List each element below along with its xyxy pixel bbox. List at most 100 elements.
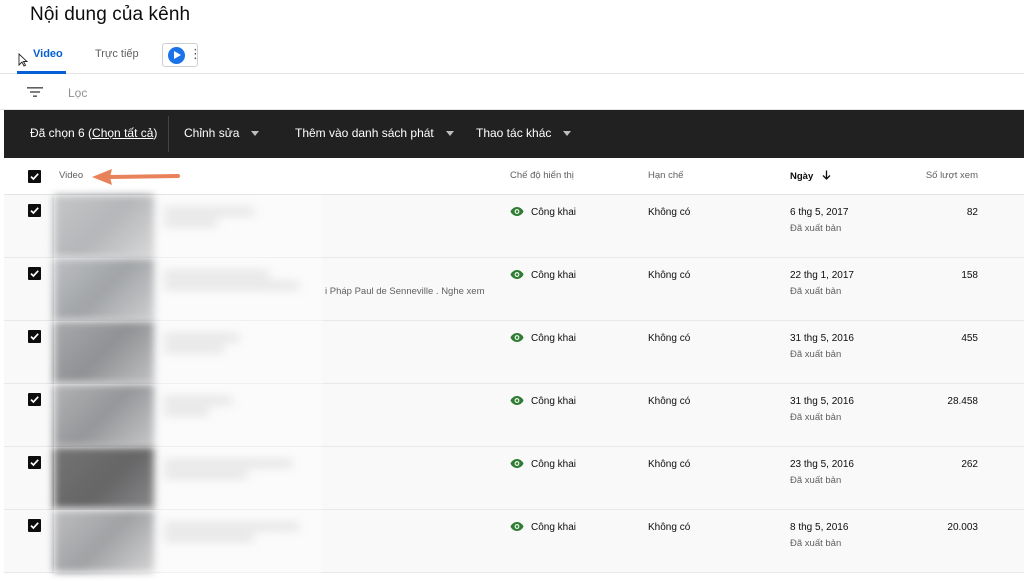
checkbox-checked-icon — [30, 459, 39, 467]
row-checkbox[interactable] — [28, 519, 41, 532]
visibility-label: Công khai — [531, 333, 577, 344]
views-cell: 455 — [961, 333, 978, 344]
visibility-label: Công khai — [531, 207, 577, 218]
column-header-video[interactable]: Video — [59, 170, 83, 181]
select-all-link[interactable]: Chọn tất cả — [92, 126, 153, 140]
tab-bar: Video Trực tiếp ⋮ — [0, 40, 1024, 74]
video-thumbnail[interactable] — [54, 321, 154, 383]
extension-button[interactable]: ⋮ — [162, 43, 202, 67]
row-checkbox[interactable] — [28, 330, 41, 343]
views-cell: 158 — [961, 270, 978, 281]
publish-status: Đã xuất bản — [790, 475, 842, 486]
publish-status: Đã xuất bản — [790, 349, 842, 360]
video-thumbnail[interactable] — [54, 510, 154, 572]
bulk-action-bar: Đã chọn 6 (Chọn tất cả) Chỉnh sửa Thêm v… — [4, 110, 1024, 158]
filter-bar: Lọc — [0, 74, 1024, 110]
tab-live[interactable]: Trực tiếp — [95, 48, 139, 60]
views-cell: 20.003 — [947, 522, 978, 533]
column-header-visibility[interactable]: Chế độ hiển thị — [510, 170, 574, 181]
add-to-playlist-dropdown[interactable]: Thêm vào danh sách phát — [295, 126, 454, 140]
video-title-blurred — [164, 461, 314, 485]
checkbox-checked-icon — [30, 207, 39, 215]
checkbox-checked-icon — [30, 333, 39, 341]
select-all-checkbox[interactable] — [28, 170, 41, 183]
caret-down-icon — [563, 131, 572, 137]
selection-prefix: Đã chọn 6 ( — [30, 126, 93, 140]
checkbox-checked-icon — [30, 270, 39, 278]
filter-input[interactable]: Lọc — [68, 86, 87, 100]
column-header-views[interactable]: Số lượt xem — [926, 170, 978, 181]
eye-icon — [510, 207, 524, 216]
edit-label: Chỉnh sửa — [184, 126, 240, 140]
column-header-restrictions[interactable]: Hạn chế — [648, 170, 683, 181]
row-checkbox[interactable] — [28, 456, 41, 469]
date-cell: 22 thg 1, 2017 — [790, 270, 854, 281]
visibility-cell[interactable]: Công khai — [510, 522, 576, 533]
views-cell: 262 — [961, 459, 978, 470]
video-thumbnail[interactable] — [54, 258, 154, 320]
restrictions-cell: Không có — [648, 270, 691, 281]
eye-icon — [510, 459, 524, 468]
row-checkbox[interactable] — [28, 204, 41, 217]
more-actions-label: Thao tác khác — [476, 126, 552, 140]
date-cell: 23 thg 5, 2016 — [790, 459, 854, 470]
publish-status: Đã xuất bản — [790, 412, 842, 423]
video-title-blurred — [164, 209, 314, 233]
tab-video[interactable]: Video — [33, 48, 63, 60]
publish-status: Đã xuất bản — [790, 223, 842, 234]
eye-icon — [510, 522, 524, 531]
date-cell: 31 thg 5, 2016 — [790, 396, 854, 407]
views-cell: 28.458 — [947, 396, 978, 407]
restrictions-cell: Không có — [648, 333, 691, 344]
table-row[interactable]: Công khai Không có 31 thg 5, 2016 Đã xuấ… — [4, 321, 1024, 384]
add-to-playlist-label: Thêm vào danh sách phát — [295, 126, 434, 140]
extension-logo-icon — [168, 47, 185, 64]
table-row[interactable]: Công khai Không có 8 thg 5, 2016 Đã xuất… — [4, 510, 1024, 573]
video-thumbnail[interactable] — [54, 447, 154, 509]
video-title-blurred — [164, 398, 314, 422]
visibility-cell[interactable]: Công khai — [510, 270, 576, 281]
date-cell: 31 thg 5, 2016 — [790, 333, 854, 344]
publish-status: Đã xuất bản — [790, 538, 842, 549]
video-thumbnail[interactable] — [54, 195, 154, 257]
visibility-cell[interactable]: Công khai — [510, 333, 576, 344]
visibility-label: Công khai — [531, 522, 577, 533]
table-row[interactable]: Công khai Không có 23 thg 5, 2016 Đã xuấ… — [4, 447, 1024, 510]
visibility-cell[interactable]: Công khai — [510, 459, 576, 470]
visibility-cell[interactable]: Công khai — [510, 207, 576, 218]
divider — [168, 116, 169, 152]
more-actions-dropdown[interactable]: Thao tác khác — [476, 126, 572, 140]
checkbox-checked-icon — [30, 396, 39, 404]
more-vert-icon: ⋮ — [189, 46, 202, 61]
eye-icon — [510, 333, 524, 342]
visibility-label: Công khai — [531, 459, 577, 470]
video-title-blurred — [164, 335, 314, 359]
video-title-blurred — [164, 272, 314, 296]
table-row[interactable]: Công khai Không có 31 thg 5, 2016 Đã xuấ… — [4, 384, 1024, 447]
column-header-date[interactable]: Ngày — [790, 170, 831, 182]
row-checkbox[interactable] — [28, 267, 41, 280]
page-title: Nội dung của kênh — [30, 4, 191, 25]
filter-icon[interactable] — [27, 86, 43, 98]
checkbox-checked-icon — [30, 522, 39, 530]
video-description: i Pháp Paul de Senneville . Nghe xem — [325, 286, 485, 297]
row-checkbox[interactable] — [28, 393, 41, 406]
caret-down-icon — [445, 131, 454, 137]
caret-down-icon — [251, 131, 260, 137]
visibility-label: Công khai — [531, 270, 577, 281]
publish-status: Đã xuất bản — [790, 286, 842, 297]
visibility-cell[interactable]: Công khai — [510, 396, 576, 407]
column-header-date-label: Ngày — [790, 171, 814, 182]
restrictions-cell: Không có — [648, 207, 691, 218]
checkbox-checked-icon — [30, 173, 39, 181]
restrictions-cell: Không có — [648, 396, 691, 407]
annotation-arrow-icon — [92, 169, 180, 185]
visibility-label: Công khai — [531, 396, 577, 407]
video-thumbnail[interactable] — [54, 384, 154, 446]
table-row[interactable]: Công khai Không có 6 thg 5, 2017 Đã xuất… — [4, 195, 1024, 258]
eye-icon — [510, 396, 524, 405]
edit-dropdown[interactable]: Chỉnh sửa — [184, 126, 260, 140]
arrow-down-sort-icon — [822, 170, 831, 180]
table-row[interactable]: i Pháp Paul de Senneville . Nghe xem Côn… — [4, 258, 1024, 321]
views-cell: 82 — [966, 207, 978, 218]
